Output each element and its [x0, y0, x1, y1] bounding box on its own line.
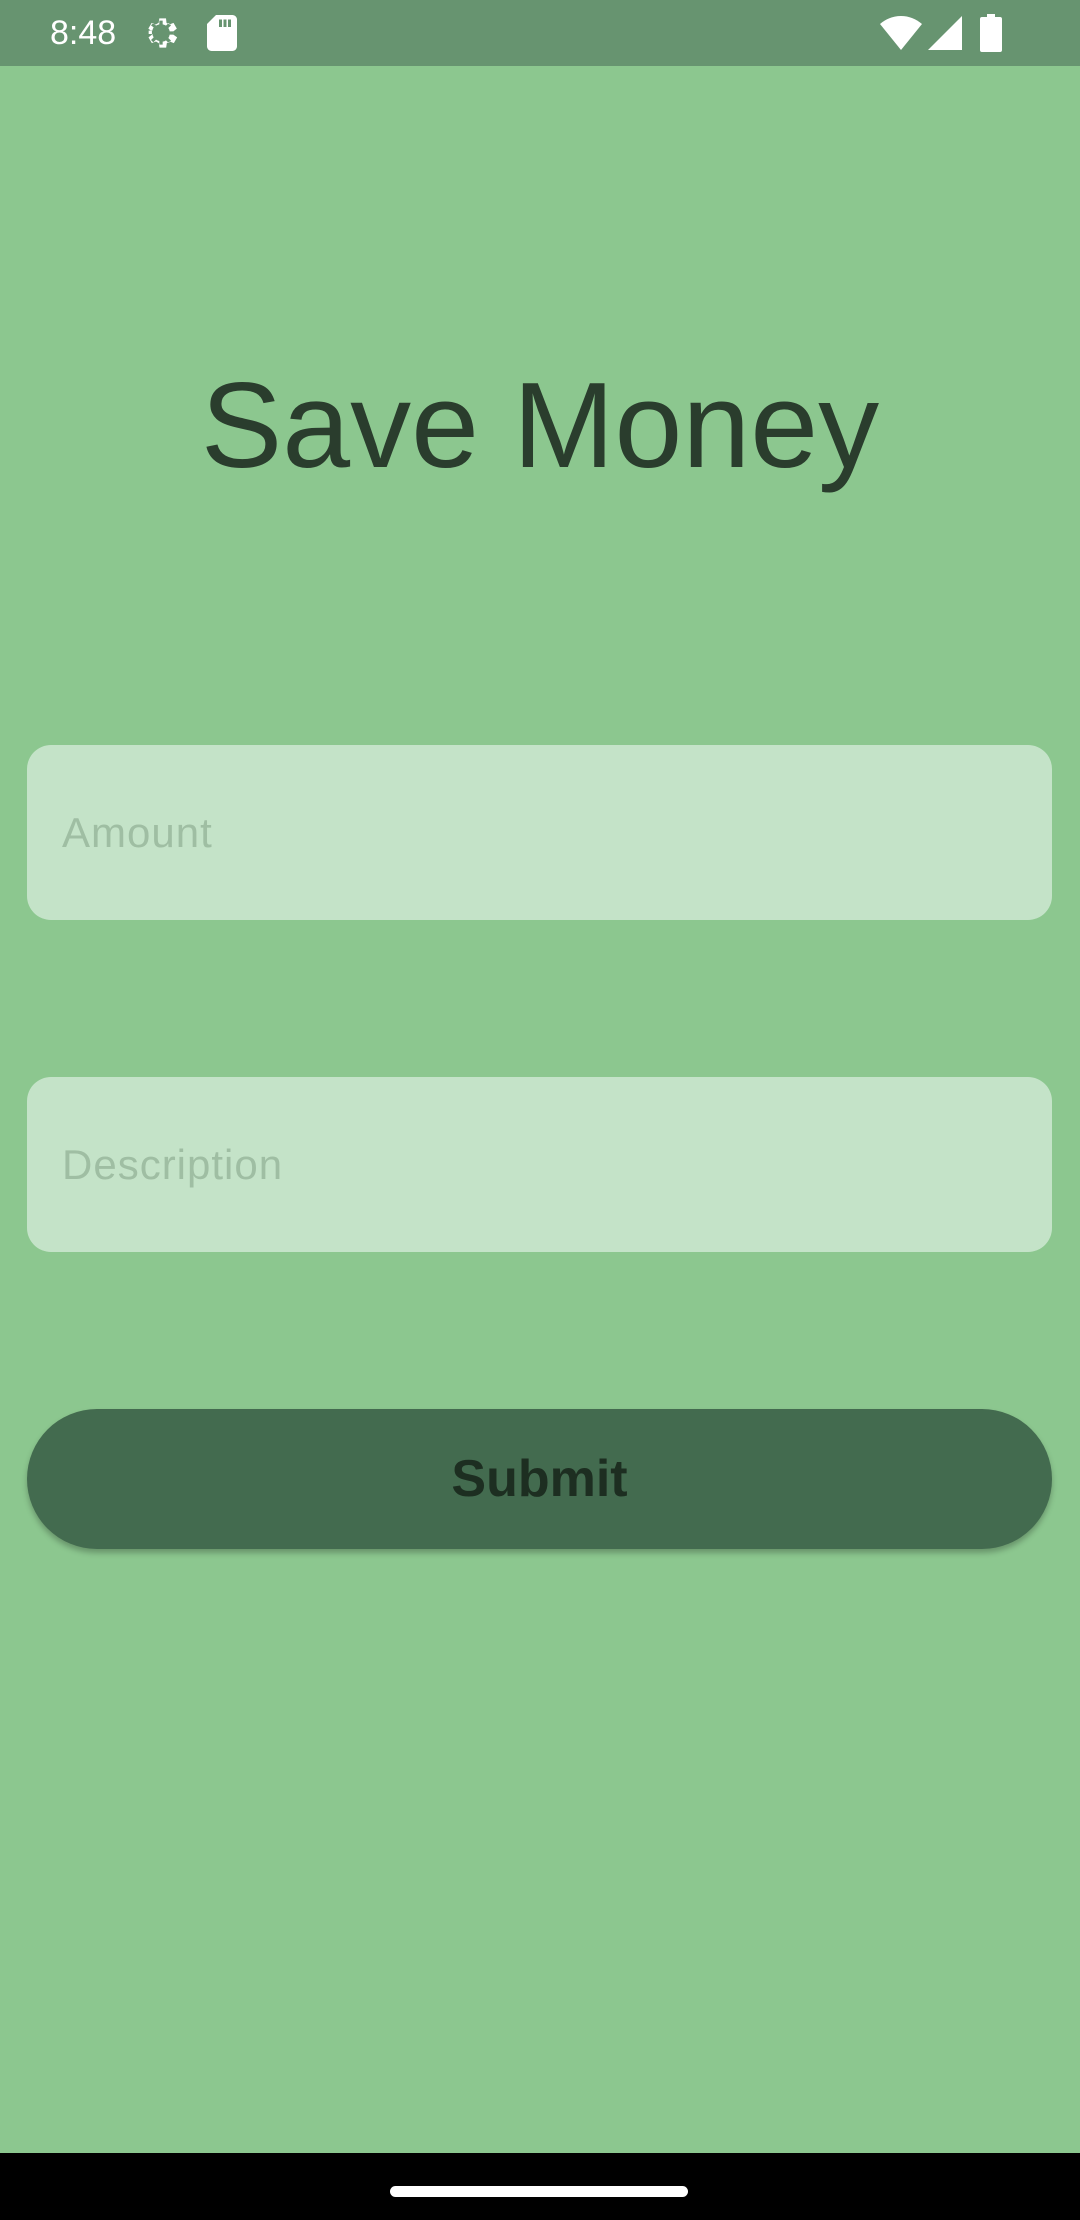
battery-icon [980, 14, 1002, 52]
description-field[interactable] [27, 1077, 1052, 1252]
home-gesture-handle[interactable] [390, 2186, 688, 2197]
sd-card-icon [207, 15, 237, 51]
submit-label: Submit [451, 1450, 628, 1508]
cell-signal-icon [928, 16, 962, 50]
amount-field[interactable] [27, 745, 1052, 920]
page-title: Save Money [200, 357, 880, 493]
settings-icon [148, 18, 178, 48]
navigation-bar [0, 2153, 1080, 2220]
description-input[interactable] [27, 1077, 1052, 1252]
wifi-icon [880, 16, 922, 50]
amount-input[interactable] [27, 745, 1052, 920]
status-time: 8:48 [50, 14, 117, 52]
submit-button[interactable]: Submit [27, 1409, 1052, 1549]
status-bar: 8:48 [0, 0, 1080, 66]
